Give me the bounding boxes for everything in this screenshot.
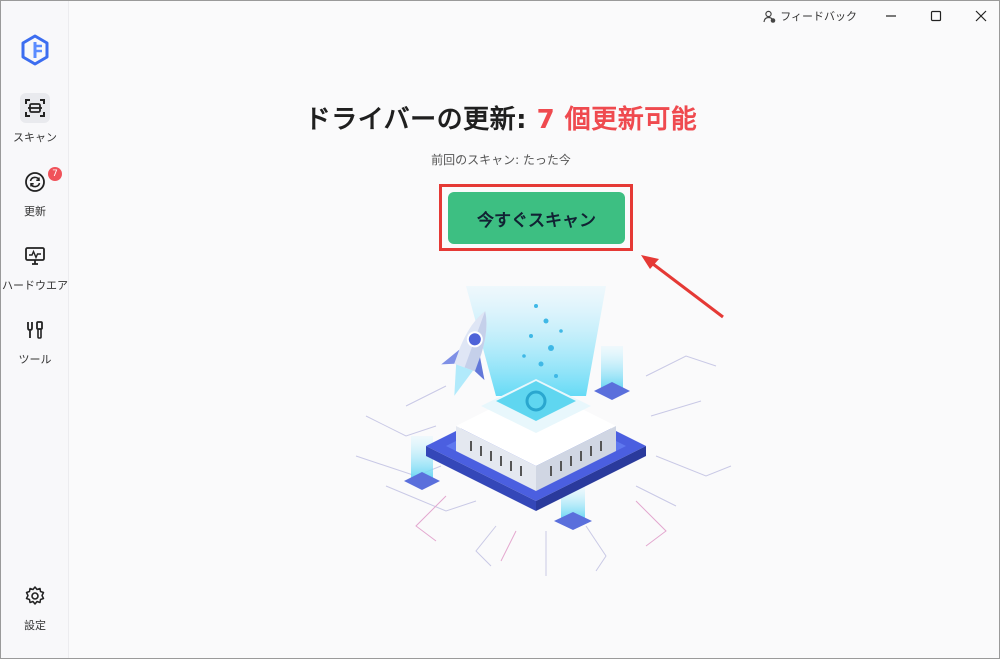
maximize-icon [930,10,942,22]
gear-icon [20,581,50,611]
sidebar-item-update[interactable]: 7 更新 [1,167,69,229]
feedback-user-icon [763,10,776,23]
minimize-icon [886,15,896,17]
minimize-button[interactable] [881,6,901,26]
tools-icon [20,315,50,345]
feedback-label: フィードバック [780,10,857,23]
refresh-icon [20,167,50,197]
sidebar-item-label: ハードウエア [2,279,68,292]
update-count-highlight: 7 個更新可能 [536,105,698,135]
hardware-monitor-icon [20,241,50,271]
sidebar-item-label: ツール [18,353,52,366]
close-icon [975,10,987,22]
server-rocket-illustration [355,286,732,576]
maximize-button[interactable] [926,6,946,26]
last-scan-text: 前回のスキャン: たった今 [431,153,571,167]
sidebar-item-tools[interactable]: ツール [1,315,69,377]
sidebar-item-label: 設定 [24,619,46,632]
feedback-button[interactable]: フィードバック [763,8,857,24]
sidebar-item-hardware[interactable]: ハードウエア [1,241,69,303]
scan-now-button[interactable]: 今すぐスキャン [448,192,625,244]
page-title-prefix: ドライバーの更新: [304,105,537,135]
app-window: スキャン 7 更新 ハードウエア ツール 設定 フィードバック ドライバーの更新… [0,0,1000,659]
app-logo-icon [21,34,49,66]
sidebar-item-settings[interactable]: 設定 [1,581,69,643]
close-button[interactable] [971,6,991,26]
update-count-badge: 7 [48,167,62,181]
page-title: ドライバーの更新: 7 個更新可能 [1,99,1000,136]
sidebar-item-label: 更新 [24,205,46,218]
title-bar: フィードバック [69,1,999,31]
